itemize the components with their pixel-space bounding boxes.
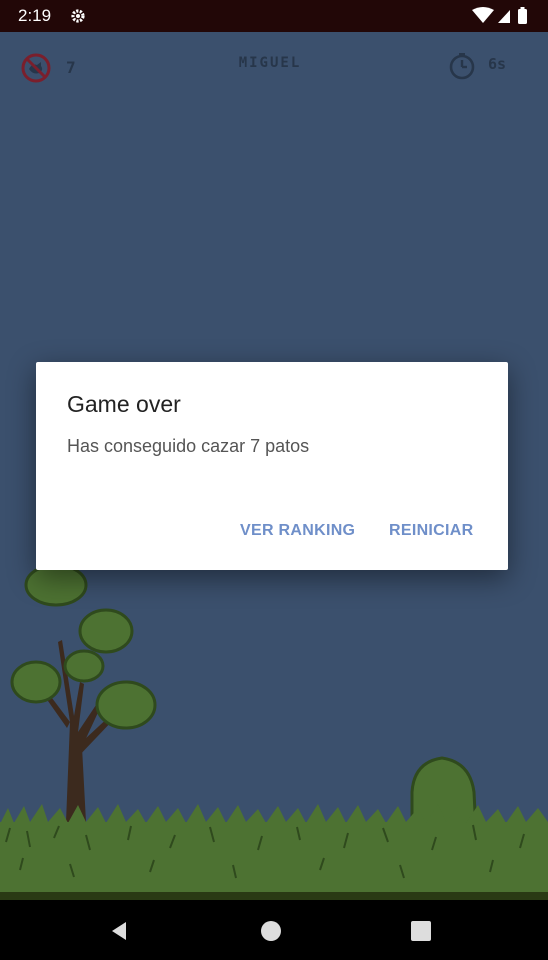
battery-icon: [518, 9, 527, 24]
back-icon[interactable]: [108, 920, 130, 942]
wifi-icon: [472, 7, 494, 23]
restart-button[interactable]: REINICIAR: [389, 522, 473, 540]
view-ranking-button[interactable]: VER RANKING: [240, 522, 355, 540]
game-over-dialog: Game over Has conseguido cazar 7 patos V…: [36, 362, 508, 570]
settings-icon: [71, 9, 85, 23]
signal-icon: [498, 10, 510, 23]
ducks-count: 7: [66, 58, 76, 77]
status-icons: [472, 7, 527, 24]
dialog-title: Game over: [67, 391, 181, 417]
time-left: 6s: [488, 55, 507, 73]
game-area[interactable]: 7 MIGUEL 6s Game over Has conseguido caz…: [0, 32, 548, 900]
home-icon[interactable]: [260, 920, 282, 942]
status-time: 2:19: [18, 6, 52, 25]
dialog-message: Has conseguido cazar 7 patos: [67, 436, 310, 456]
status-bar: 2:19: [0, 0, 548, 32]
navigation-bar: [0, 900, 548, 960]
timer-icon: [449, 53, 475, 80]
tree-foliage: [10, 563, 157, 730]
no-duck-icon: [21, 53, 51, 83]
player-name: MIGUEL: [238, 55, 302, 71]
recents-icon[interactable]: [411, 921, 431, 941]
